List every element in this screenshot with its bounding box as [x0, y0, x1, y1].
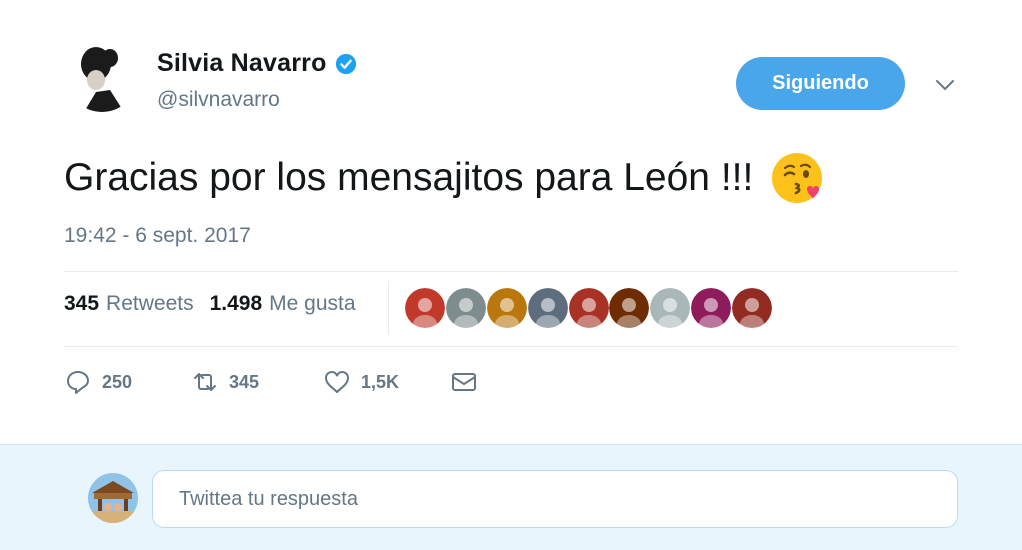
liker-avatar[interactable]: [732, 288, 773, 328]
liker-avatar[interactable]: [650, 288, 691, 328]
liked-by-avatars: [405, 288, 773, 328]
liker-avatar[interactable]: [609, 288, 650, 328]
tweet-text: Gracias por los mensajitos para León !!!: [64, 156, 754, 199]
profile-photo-icon: [66, 40, 138, 112]
chevron-down-icon[interactable]: [933, 73, 957, 97]
liker-avatar[interactable]: [527, 288, 568, 328]
reply-button[interactable]: 250: [64, 368, 191, 396]
stats-separator: [388, 281, 389, 334]
reply-count: 250: [102, 371, 133, 392]
liker-avatar[interactable]: [486, 288, 527, 328]
tweet-card: Silvia Navarro @silvnavarro Siguiendo Gr…: [0, 0, 1022, 444]
tweet-stats: 345 Retweets 1.498 Me gusta: [64, 292, 372, 316]
direct-message-button[interactable]: [450, 368, 478, 396]
divider-top: [64, 271, 958, 272]
author-name[interactable]: Silvia Navarro: [157, 49, 327, 78]
envelope-icon: [452, 373, 476, 391]
liker-avatar[interactable]: [445, 288, 486, 328]
heart-icon: [325, 371, 349, 393]
retweet-icon: [194, 373, 216, 391]
like-count: 1,5K: [361, 371, 400, 392]
author-avatar[interactable]: [66, 40, 138, 112]
retweet-button[interactable]: 345: [191, 368, 323, 396]
user-avatar-icon: [88, 473, 138, 523]
retweet-count: 345: [229, 371, 260, 392]
author-name-row: Silvia Navarro: [157, 49, 357, 78]
divider-bottom: [64, 346, 958, 347]
liker-avatar[interactable]: [691, 288, 732, 328]
tweet-timestamp[interactable]: 19:42 - 6 sept. 2017: [64, 224, 251, 248]
following-button[interactable]: Siguiendo: [736, 57, 905, 110]
author-handle[interactable]: @silvnavarro: [157, 88, 280, 112]
reply-area: [0, 444, 1022, 550]
likes-count[interactable]: 1.498: [210, 292, 263, 316]
user-avatar[interactable]: [88, 473, 138, 523]
reply-input[interactable]: [152, 470, 958, 528]
retweets-count[interactable]: 345: [64, 292, 99, 316]
verified-badge-icon: [335, 53, 356, 74]
tweet-actions: 250 345 1,5K: [64, 368, 478, 396]
face-blowing-kiss-icon: [772, 153, 823, 203]
likes-label[interactable]: Me gusta: [269, 292, 355, 316]
retweets-label[interactable]: Retweets: [106, 292, 194, 316]
reply-icon: [67, 371, 89, 394]
liker-avatar[interactable]: [405, 288, 445, 328]
like-button[interactable]: 1,5K: [323, 368, 450, 396]
liker-avatar[interactable]: [568, 288, 609, 328]
tweet-text-row: Gracias por los mensajitos para León !!!: [64, 150, 825, 206]
